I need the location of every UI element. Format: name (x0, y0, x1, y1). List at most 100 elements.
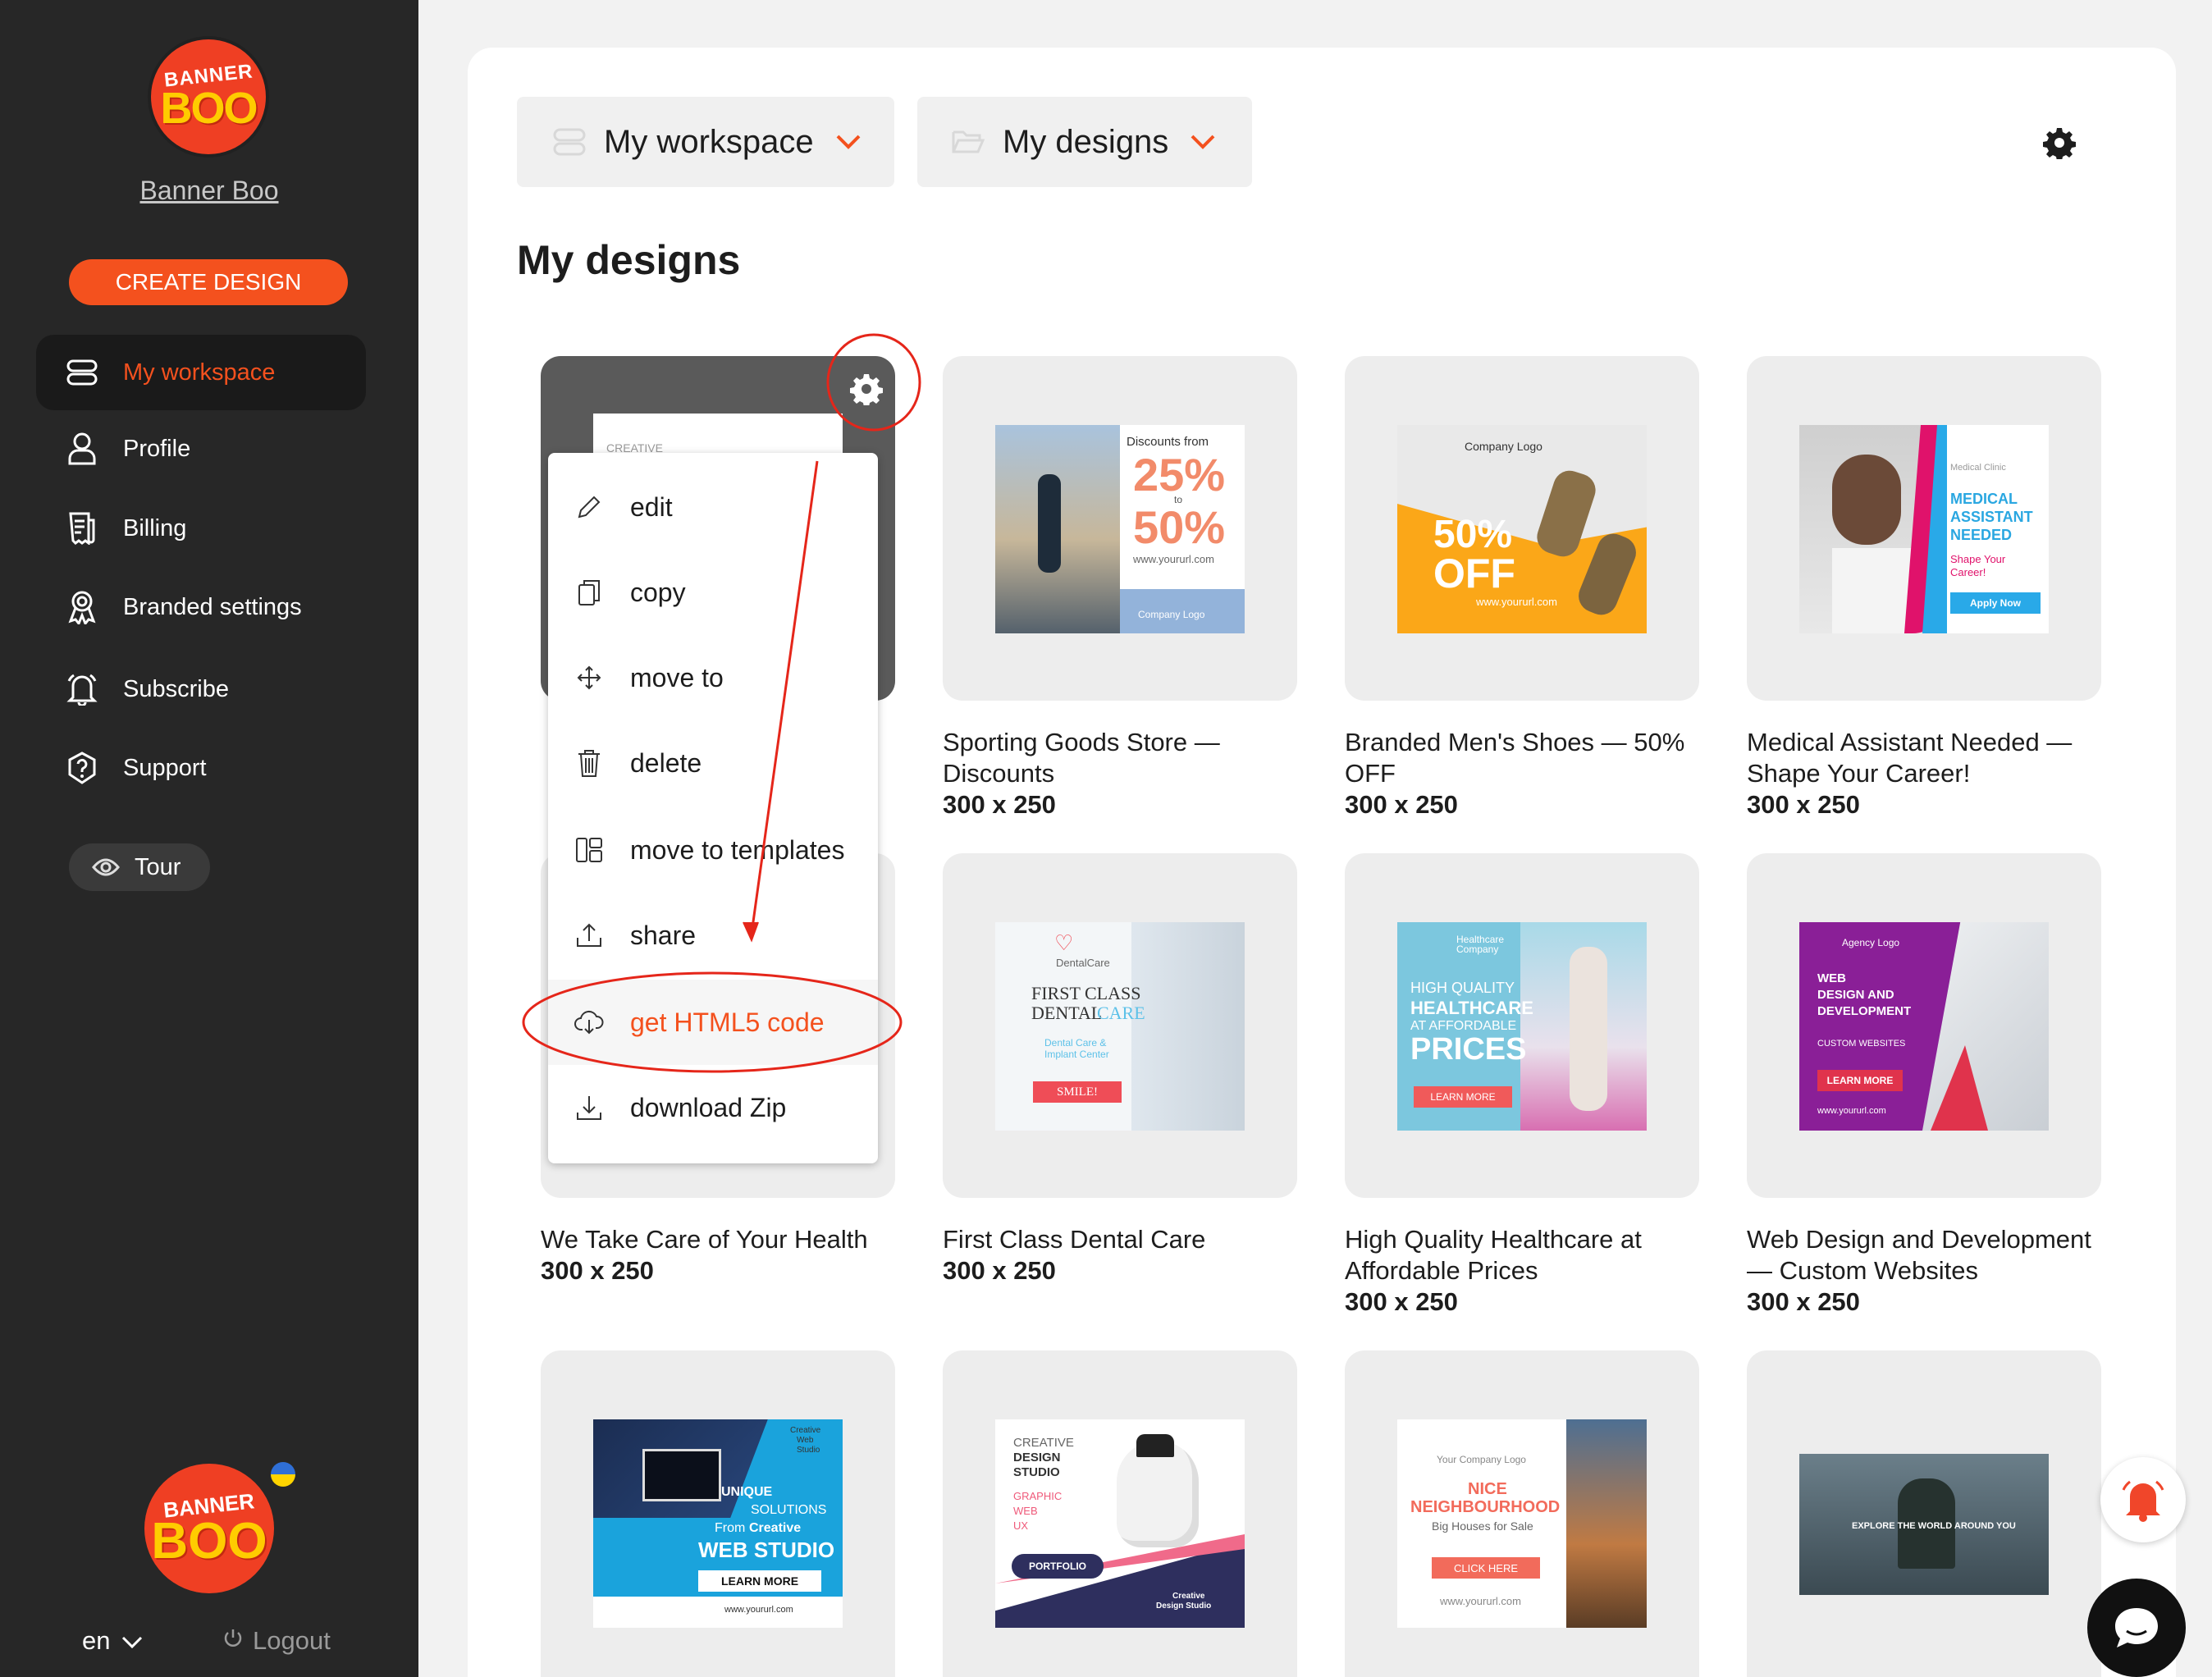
thumb-text: CLICK HERE (1432, 1557, 1540, 1579)
brand-name-link[interactable]: Banner Boo (0, 176, 418, 206)
card-title: First Class Dental Care 300 x 250 (943, 1224, 1304, 1286)
thumb-text: LEARN MORE (698, 1570, 821, 1592)
chevron-down-icon (1190, 134, 1216, 150)
nav-item-subscribe[interactable]: Subscribe (36, 651, 366, 727)
designs-dropdown[interactable]: My designs (917, 97, 1252, 187)
card-size: 300 x 250 (943, 790, 1056, 819)
thumb-text: Web (797, 1436, 814, 1445)
menu-item-copy[interactable]: copy (548, 550, 878, 635)
language-label: en (82, 1626, 111, 1655)
nav-item-support[interactable]: Support (36, 730, 366, 806)
design-card[interactable]: Discounts from 25% to 50% www.yoururl.co… (943, 356, 1297, 701)
thumb-text: CARE (1097, 1003, 1145, 1023)
card-title: Branded Men's Shoes — 50% OFF 300 x 250 (1345, 727, 1706, 820)
menu-item-label: share (630, 920, 697, 950)
design-card[interactable]: Your Company Logo NICE NEIGHBOURHOOD Big… (1345, 1350, 1699, 1677)
thumb-text: DENTAL (1031, 1003, 1103, 1023)
thumb-text: DESIGN (1013, 1451, 1061, 1465)
ukraine-flag-icon (271, 1462, 295, 1487)
menu-item-move-to[interactable]: move to (548, 635, 878, 720)
thumb-text: DentalCare (1056, 957, 1110, 969)
design-card[interactable]: Creative Web Studio UNIQUE SOLUTIONS Fro… (541, 1350, 895, 1677)
card-title-text: Web Design and Development — Custom Webs… (1747, 1225, 2091, 1285)
user-icon (66, 432, 98, 465)
menu-item-delete[interactable]: delete (548, 720, 878, 806)
thumb-text: DEVELOPMENT (1817, 1004, 1912, 1018)
workspace-icon (66, 356, 98, 389)
card-title: Sporting Goods Store — Discounts 300 x 2… (943, 727, 1304, 820)
workspace-dropdown[interactable]: My workspace (517, 97, 894, 187)
design-card[interactable]: Medical Clinic MEDICAL ASSISTANT NEEDED … (1747, 356, 2101, 701)
card-title: We Take Care of Your Health 300 x 250 (541, 1224, 902, 1286)
design-card[interactable]: Healthcare Company HIGH QUALITY HEALTHCA… (1345, 853, 1699, 1198)
thumb-text: WEB (1013, 1505, 1038, 1517)
thumb-text: Apply Now (1950, 592, 2041, 614)
settings-gear-icon[interactable] (2043, 126, 2076, 163)
menu-item-move-to-templates[interactable]: move to templates (548, 807, 878, 893)
design-thumbnail: Medical Clinic MEDICAL ASSISTANT NEEDED … (1799, 425, 2049, 633)
chevron-down-icon (121, 1626, 143, 1656)
menu-item-label: move to templates (630, 834, 845, 865)
nav-label: Subscribe (123, 675, 229, 702)
thumb-text: From (715, 1521, 746, 1535)
logout-button[interactable]: Logout (223, 1626, 331, 1656)
thumb-text: UNIQUE (721, 1485, 773, 1499)
thumb-text: Career! (1950, 566, 1986, 578)
language-selector[interactable]: en (82, 1626, 143, 1656)
power-icon (223, 1626, 243, 1656)
thumb-text: WEB STUDIO (698, 1538, 835, 1562)
menu-item-share[interactable]: share (548, 893, 878, 978)
menu-item-get-html5-code[interactable]: get HTML5 code (548, 980, 878, 1065)
workspace-icon (553, 128, 586, 156)
design-card[interactable]: Agency Logo WEB DESIGN AND DEVELOPMENT C… (1747, 853, 2101, 1198)
design-card[interactable]: EXPLORE THE WORLD AROUND YOU (1747, 1350, 2101, 1677)
card-size: 300 x 250 (1747, 1287, 1860, 1316)
menu-item-label: delete (630, 747, 702, 778)
copy-icon (573, 578, 606, 606)
menu-item-download-zip[interactable]: download Zip (548, 1065, 878, 1150)
design-thumbnail: Discounts from 25% to 50% www.yoururl.co… (995, 425, 1245, 633)
nav-item-profile[interactable]: Profile (36, 411, 366, 487)
thumb-text: ASSISTANT (1950, 509, 2033, 525)
eye-icon (92, 858, 120, 876)
menu-item-label: get HTML5 code (630, 1007, 825, 1037)
thumb-text: DESIGN AND (1817, 988, 1894, 1002)
nav-item-billing[interactable]: Billing (36, 491, 366, 566)
thumb-text: Discounts from (1127, 435, 1209, 449)
nav-item-branded-settings[interactable]: Branded settings (36, 569, 366, 645)
thumb-text: www.yoururl.com (724, 1605, 793, 1615)
nav-item-my-workspace[interactable]: My workspace (36, 335, 366, 410)
design-card[interactable]: Company Logo 50% OFF www.yoururl.com (1345, 356, 1699, 701)
thumb-text: Dental Care & (1044, 1037, 1107, 1049)
create-design-button[interactable]: CREATE DESIGN (69, 259, 348, 305)
thumb-text: NEEDED (1950, 527, 2013, 543)
card-title: Medical Assistant Needed — Shape Your Ca… (1747, 727, 2108, 820)
card-title-text: Branded Men's Shoes — 50% OFF (1345, 728, 1685, 788)
design-card[interactable]: CREATIVE DESIGN STUDIO GRAPHIC WEB UX PO… (943, 1350, 1297, 1677)
thumb-text: CUSTOM WEBSITES (1817, 1039, 1906, 1049)
billing-icon (66, 512, 98, 545)
thumb-text: EXPLORE THE WORLD AROUND YOU (1852, 1521, 2016, 1531)
design-thumbnail: CREATIVE DESIGN STUDIO GRAPHIC WEB UX PO… (995, 1419, 1245, 1628)
thumb-text: PORTFOLIO (1012, 1554, 1104, 1579)
card-settings-gear-icon[interactable] (845, 368, 888, 410)
card-size: 300 x 250 (943, 1256, 1056, 1285)
design-card[interactable]: ♡ DentalCare FIRST CLASS DENTAL CARE Den… (943, 853, 1297, 1198)
design-thumbnail: Healthcare Company HIGH QUALITY HEALTHCA… (1397, 922, 1647, 1131)
thumb-text: SMILE! (1033, 1081, 1122, 1103)
design-thumbnail: EXPLORE THE WORLD AROUND YOU (1799, 1454, 2049, 1595)
design-thumbnail: Your Company Logo NICE NEIGHBOURHOOD Big… (1397, 1419, 1647, 1628)
bannerboo-logo[interactable]: BANNER BOO (151, 39, 266, 154)
thumb-text: UX (1013, 1519, 1029, 1532)
thumb-text: NICE (1468, 1480, 1507, 1498)
notifications-bell-icon[interactable] (2100, 1457, 2186, 1542)
thumb-text: STUDIO (1013, 1465, 1060, 1479)
nav-label: Support (123, 754, 207, 781)
bell-icon (66, 673, 98, 706)
tour-button[interactable]: Tour (69, 843, 210, 891)
chat-bubble-icon[interactable] (2087, 1579, 2186, 1677)
tour-label: Tour (135, 853, 181, 880)
card-title-text: Sporting Goods Store — Discounts (943, 728, 1220, 788)
logout-label: Logout (253, 1626, 331, 1655)
menu-item-edit[interactable]: edit (548, 464, 878, 550)
